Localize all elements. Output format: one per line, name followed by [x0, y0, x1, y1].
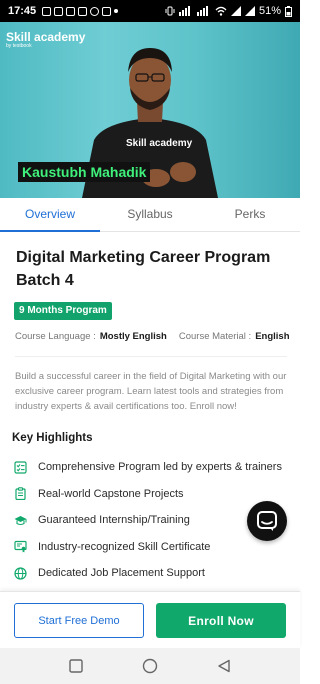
- material-label: Course Material :: [178, 331, 252, 342]
- recents-icon[interactable]: [69, 659, 84, 673]
- whatsapp-icon: [90, 6, 100, 16]
- battery-icon: [285, 5, 292, 17]
- highlight-label: Guaranteed Internship/Training: [38, 514, 190, 527]
- system-nav-bar: [0, 648, 300, 684]
- data-signal-icon: [178, 6, 190, 16]
- highlight-label: Industry-recognized Skill Certificate: [38, 540, 211, 553]
- highlight-label: Comprehensive Program led by experts & t…: [38, 461, 282, 474]
- course-tabs: Overview Syllabus Perks: [0, 198, 300, 232]
- course-title: Digital Marketing Career Program Batch 4: [16, 249, 271, 289]
- speaker-name: Kaustubh Mahadik: [18, 162, 151, 182]
- material-value: English: [255, 331, 290, 342]
- highlight-item: Industry-recognized Skill Certificate: [12, 534, 288, 561]
- globe-icon: [14, 567, 27, 580]
- vibrate-icon: [165, 6, 175, 16]
- course-video[interactable]: Skill academy Skill academy by testbook …: [0, 22, 300, 198]
- duration-badge: 9 Months Program: [14, 302, 112, 320]
- battery-level: 51%: [258, 5, 281, 17]
- highlights-title: Key Highlights: [12, 432, 93, 444]
- language-value: Mostly English: [99, 331, 167, 342]
- status-left: 17:45: [8, 5, 119, 17]
- tab-overview[interactable]: Overview: [0, 198, 100, 232]
- section-divider: [15, 356, 287, 357]
- back-icon[interactable]: [217, 659, 231, 673]
- notification-icon: [66, 6, 76, 16]
- highlight-item: Comprehensive Program led by experts & t…: [12, 454, 288, 481]
- brand-logo: Skill academy by testbook: [6, 31, 85, 49]
- cellular-signal-icon: [196, 6, 208, 16]
- graduation-cap-icon: [14, 515, 27, 525]
- brand-subtitle: by testbook: [6, 43, 32, 49]
- checklist-icon: [14, 461, 27, 474]
- status-time: 17:45: [8, 5, 37, 17]
- start-free-demo-button[interactable]: Start Free Demo: [14, 603, 144, 638]
- more-notifications-icon: [114, 9, 119, 13]
- notification-icon: [78, 6, 88, 16]
- brand-name: Skill academy: [6, 30, 86, 44]
- enroll-now-button[interactable]: Enroll Now: [156, 603, 286, 638]
- course-meta: Course Language : Mostly English Course …: [15, 331, 290, 342]
- language-label: Course Language :: [15, 331, 96, 342]
- wifi-icon: [215, 6, 227, 16]
- course-description: Build a successful career in the field o…: [15, 371, 287, 412]
- clipboard-icon: [15, 487, 26, 501]
- signal-strength-icon: [244, 6, 255, 16]
- highlight-item: Real-world Capstone Projects: [12, 481, 288, 508]
- highlight-label: Real-world Capstone Projects: [38, 487, 184, 500]
- status-bar: 17:45 51%: [0, 0, 300, 22]
- home-icon[interactable]: [142, 658, 158, 674]
- notification-icon: [102, 6, 112, 16]
- chat-support-button[interactable]: [247, 501, 287, 541]
- highlight-item: Dedicated Job Placement Support: [12, 560, 288, 587]
- certificate-icon: [14, 541, 27, 553]
- tab-syllabus[interactable]: Syllabus: [100, 198, 200, 231]
- chat-icon: [257, 511, 277, 531]
- highlight-label: Dedicated Job Placement Support: [38, 567, 205, 580]
- shirt-logo: Skill academy: [126, 138, 193, 149]
- notification-icon: [42, 6, 52, 16]
- tab-perks[interactable]: Perks: [200, 198, 300, 231]
- status-right: 51%: [165, 5, 292, 17]
- notification-icon: [54, 6, 64, 16]
- cta-bar: Start Free Demo Enroll Now: [0, 591, 300, 648]
- signal-strength-icon: [230, 6, 241, 16]
